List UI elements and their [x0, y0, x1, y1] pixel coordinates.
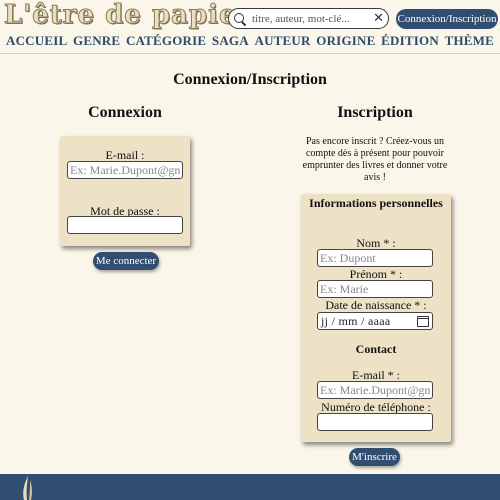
lastname-field[interactable] — [317, 249, 433, 267]
signup-intro: Pas encore inscrit ? Créez-vous un compt… — [302, 136, 448, 183]
login-card: E-mail : Mot de passe : — [60, 136, 190, 246]
calendar-icon[interactable] — [417, 315, 429, 327]
nav-item-genre[interactable]: GENRE — [73, 33, 120, 51]
phone-field[interactable] — [317, 413, 433, 431]
search-bar[interactable]: ✕ — [228, 8, 389, 29]
nav-item-categorie[interactable]: CATÉGORIE — [126, 33, 206, 51]
personal-info-title: Informations personnelles — [309, 196, 443, 210]
contact-title: Contact — [355, 342, 397, 356]
nav-item-saga[interactable]: SAGA — [212, 33, 249, 51]
login-title: Connexion — [88, 104, 162, 121]
nav-item-theme[interactable]: THÈME — [445, 33, 494, 51]
nav-item-auteur[interactable]: AUTEUR — [255, 33, 311, 51]
signup-card: Informations personnelles Nom * : Prénom… — [301, 194, 451, 442]
close-icon[interactable]: ✕ — [373, 12, 384, 25]
site-footer — [0, 474, 500, 500]
site-header: L'être de papier ✕ Connexion/Inscription… — [0, 0, 500, 54]
login-signup-button[interactable]: Connexion/Inscription — [396, 9, 498, 29]
page-title: Connexion/Inscription — [173, 71, 327, 88]
birthdate-field[interactable]: jj / mm / aaaa — [317, 312, 433, 330]
nav-item-origine[interactable]: ORIGINE — [316, 33, 375, 51]
signup-email-field[interactable] — [317, 381, 433, 399]
login-button[interactable]: Me connecter — [93, 252, 159, 270]
firstname-field[interactable] — [317, 280, 433, 298]
search-icon — [233, 12, 247, 26]
nav-item-accueil[interactable]: ACCUEIL — [6, 33, 67, 51]
login-email-field[interactable] — [67, 161, 183, 179]
feather-icon — [23, 476, 33, 500]
nav-item-edition[interactable]: ÉDITION — [381, 33, 439, 51]
login-password-field[interactable] — [67, 216, 183, 234]
main-nav: ACCUEIL GENRE CATÉGORIE SAGA AUTEUR ORIG… — [0, 33, 500, 51]
birthdate-label: Date de naissance * : — [325, 298, 427, 312]
search-input[interactable] — [247, 12, 374, 25]
signup-title: Inscription — [337, 104, 413, 121]
signup-button[interactable]: M'inscrire — [349, 448, 400, 466]
site-logo[interactable]: L'être de papier — [3, 0, 251, 31]
birthdate-placeholder: jj / mm / aaaa — [321, 313, 391, 328]
